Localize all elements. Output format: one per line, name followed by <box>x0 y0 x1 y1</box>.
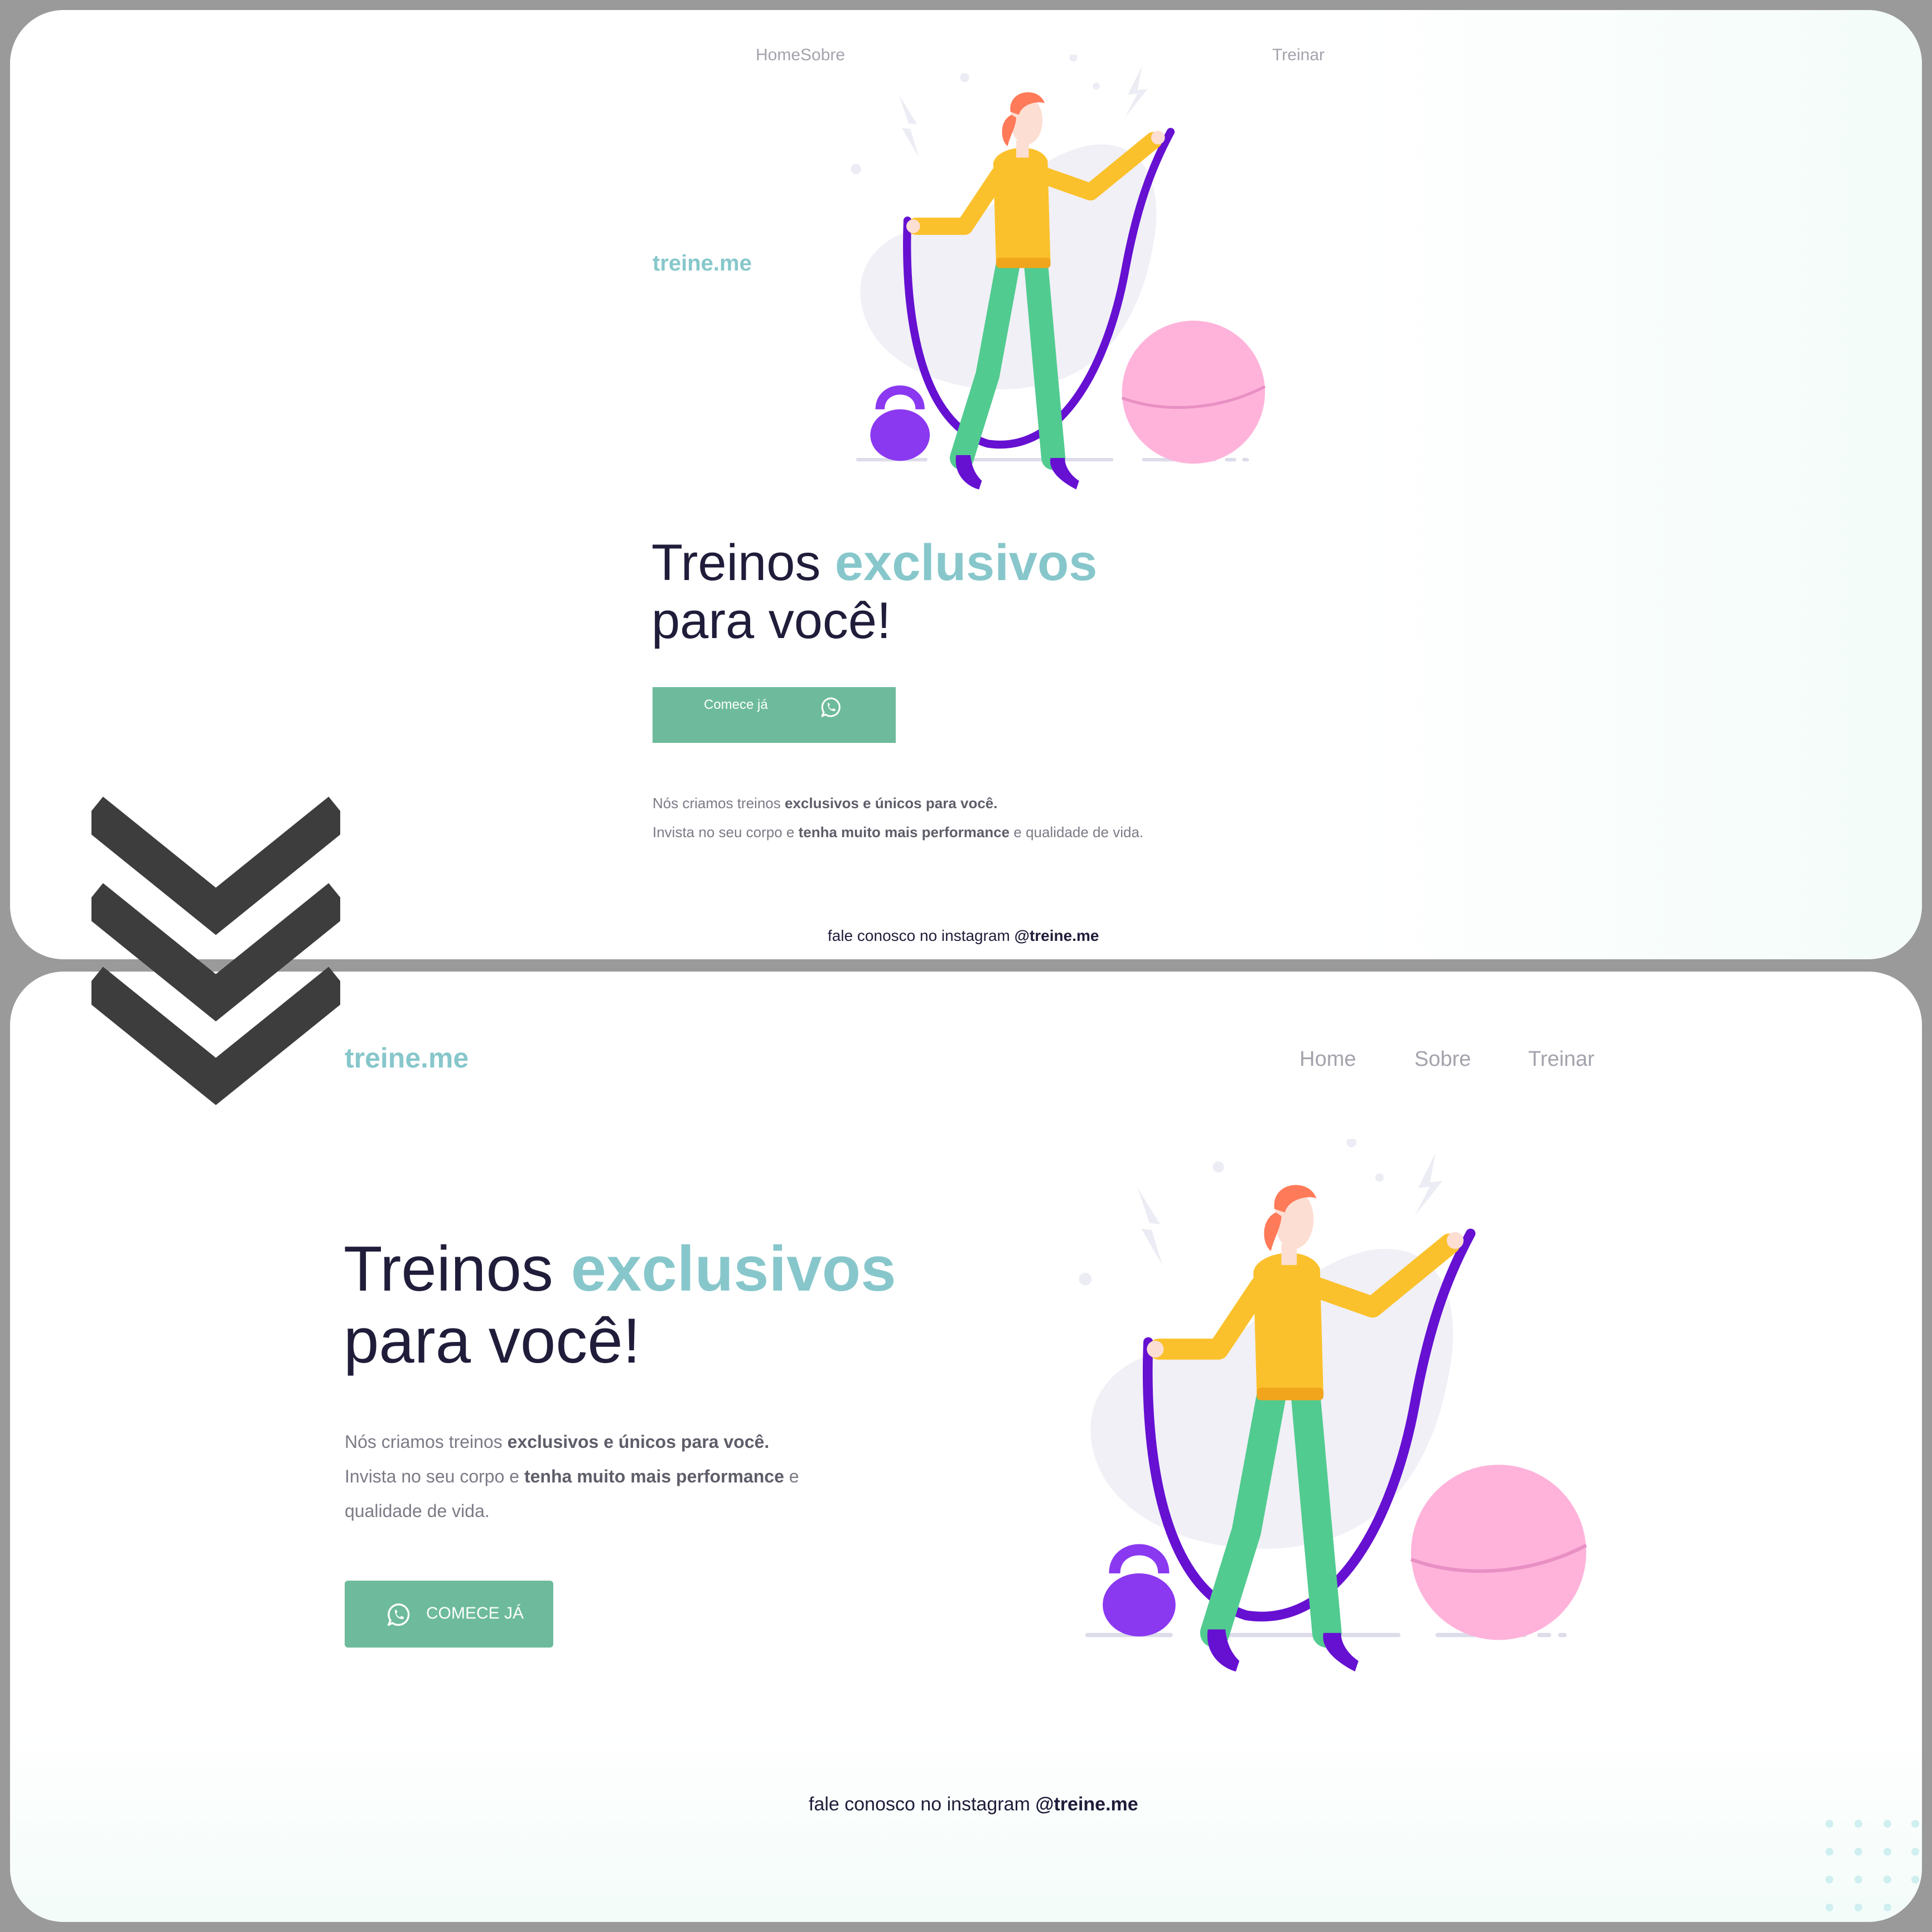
page-title: Treinos exclusivos para você! <box>344 1234 896 1378</box>
comece-ja-label: Comece já <box>704 697 768 712</box>
instagram-handle-link[interactable]: @treine.me <box>1035 1794 1138 1815</box>
title-accent: exclusivos <box>834 534 1098 591</box>
desc-line2-bold: tenha muito mais performance <box>524 1466 784 1486</box>
comece-ja-button[interactable]: Comece já <box>653 687 896 743</box>
desc-line2-plain-b: e <box>784 1466 799 1486</box>
fitness-illustration <box>1070 1139 1605 1685</box>
nav-home-sobre-link[interactable]: HomeSobre <box>756 46 845 65</box>
footer-instagram: fale conosco no instagram @treine.me <box>809 1794 1138 1815</box>
title-line2: para você! <box>344 1305 641 1376</box>
desc-line2-plain-a: Invista no seu corpo e <box>345 1466 524 1486</box>
fitness-illustration <box>839 55 1285 501</box>
whatsapp-icon <box>820 696 842 718</box>
desc-line3: qualidade de vida. <box>345 1501 490 1521</box>
nav-sobre-link[interactable]: Sobre <box>1414 1047 1471 1071</box>
footer-text: fale conosco no instagram <box>809 1794 1036 1815</box>
desc-line2-plain-a: Invista no seu corpo e <box>653 824 799 841</box>
nav-treinar-link[interactable]: Treinar <box>1528 1047 1595 1071</box>
instagram-handle-link[interactable]: @treine.me <box>1015 927 1099 944</box>
comece-ja-button[interactable]: COMECE JÁ <box>345 1581 553 1648</box>
triple-chevron-down-icon <box>91 796 340 1105</box>
title-accent: exclusivos <box>571 1234 896 1305</box>
desc-line1-bold: exclusivos e únicos para você. <box>784 795 998 812</box>
desc-line1-plain: Nós criamos treinos <box>653 795 785 812</box>
title-line2: para você! <box>651 592 891 649</box>
nav-home-link[interactable]: Home <box>1300 1047 1356 1071</box>
title-part1: Treinos <box>651 534 835 591</box>
whatsapp-icon <box>386 1602 412 1627</box>
footer-instagram: fale conosco no instagram @treine.me <box>828 927 1099 945</box>
description: Nós criamos treinos exclusivos e únicos … <box>653 789 1143 847</box>
desc-line1-plain: Nós criamos treinos <box>345 1432 508 1452</box>
logo[interactable]: treine.me <box>653 251 752 276</box>
desc-line2-plain-b: e qualidade de vida. <box>1010 824 1144 841</box>
page-title: Treinos exclusivos para você! <box>651 534 1097 650</box>
description: Nós criamos treinos exclusivos e únicos … <box>345 1424 799 1528</box>
logo[interactable]: treine.me <box>345 1042 468 1074</box>
desc-line2-bold: tenha muito mais performance <box>798 824 1010 841</box>
footer-text: fale conosco no instagram <box>828 927 1015 944</box>
decorative-dot-grid <box>1825 1820 1919 1911</box>
title-part1: Treinos <box>344 1234 571 1305</box>
desc-line1-bold: exclusivos e únicos para você. <box>507 1432 770 1452</box>
comece-ja-label: COMECE JÁ <box>426 1604 524 1622</box>
